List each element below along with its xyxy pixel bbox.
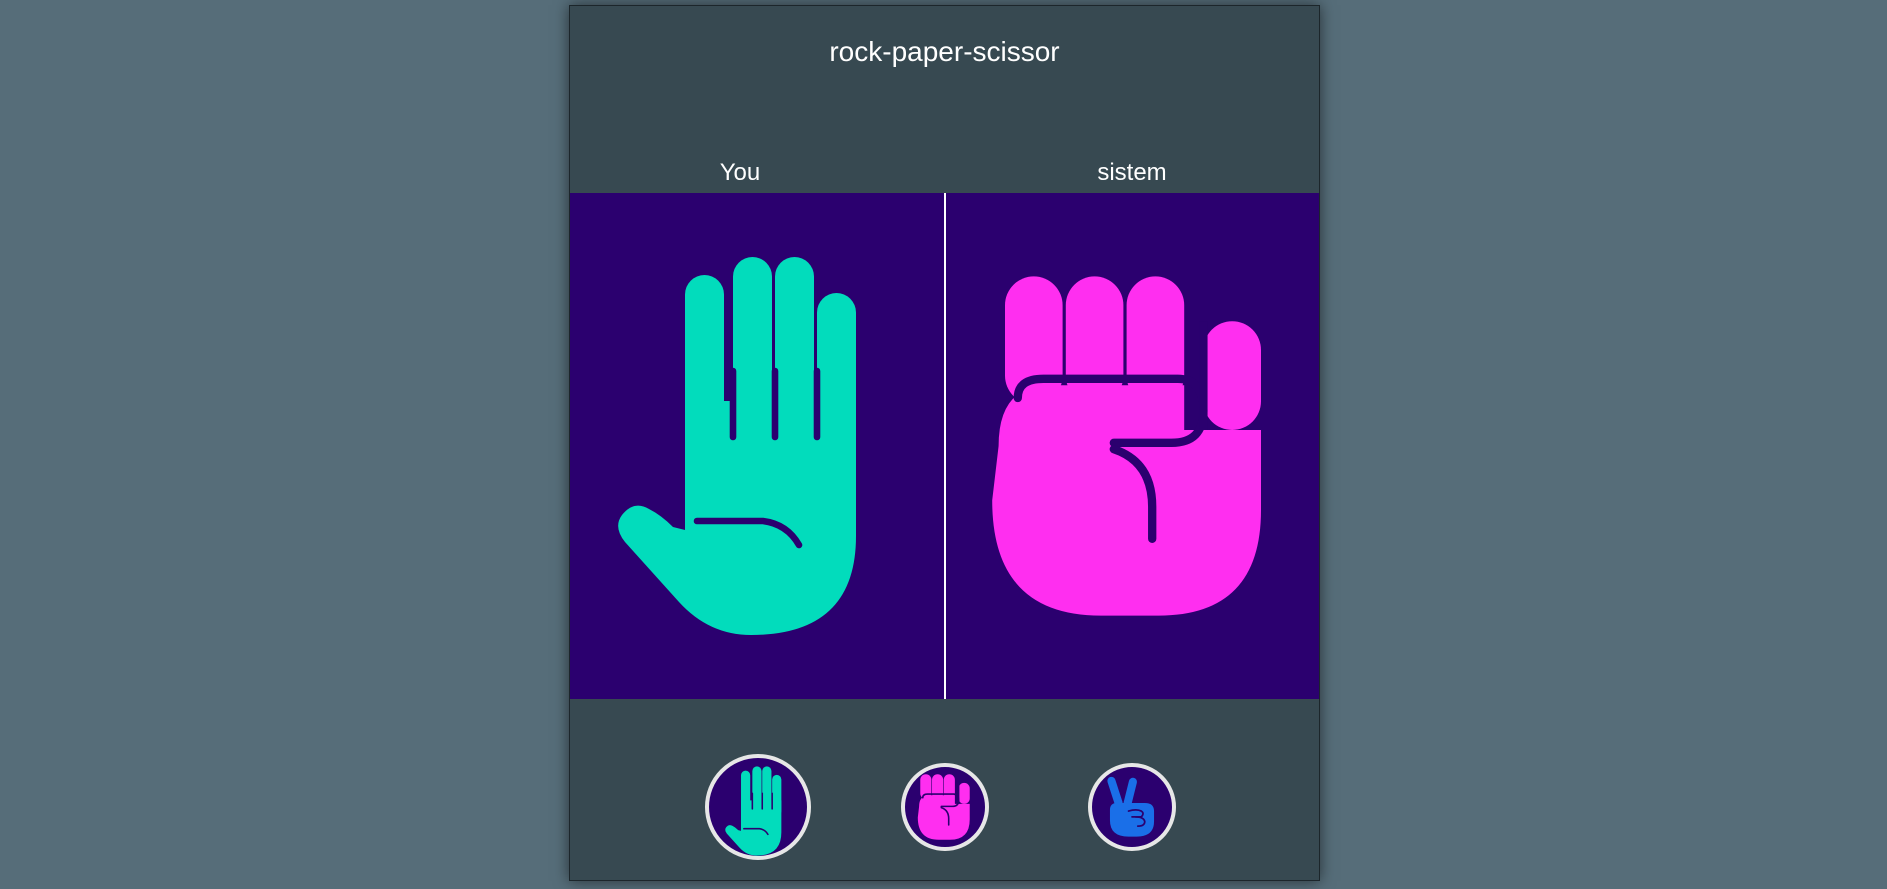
paper-choice-button[interactable]: [705, 754, 811, 860]
rock-fist-icon: [914, 773, 976, 841]
system-label: sistem: [1097, 159, 1167, 186]
rock-fist-icon: [973, 270, 1293, 622]
game-title: rock-paper-scissor: [829, 36, 1060, 67]
scissor-choice-button[interactable]: [1088, 763, 1176, 851]
battle-arena: [570, 193, 1319, 699]
your-choice-display: [570, 193, 944, 699]
rock-choice-button[interactable]: [901, 763, 989, 851]
system-choice-display: [946, 193, 1320, 699]
scissor-hand-icon: [1103, 775, 1161, 839]
game-card: rock-paper-scissor You sistem: [569, 5, 1320, 881]
paper-hand-icon: [607, 251, 907, 641]
you-label: You: [719, 159, 761, 186]
paper-hand-icon: [720, 765, 796, 857]
